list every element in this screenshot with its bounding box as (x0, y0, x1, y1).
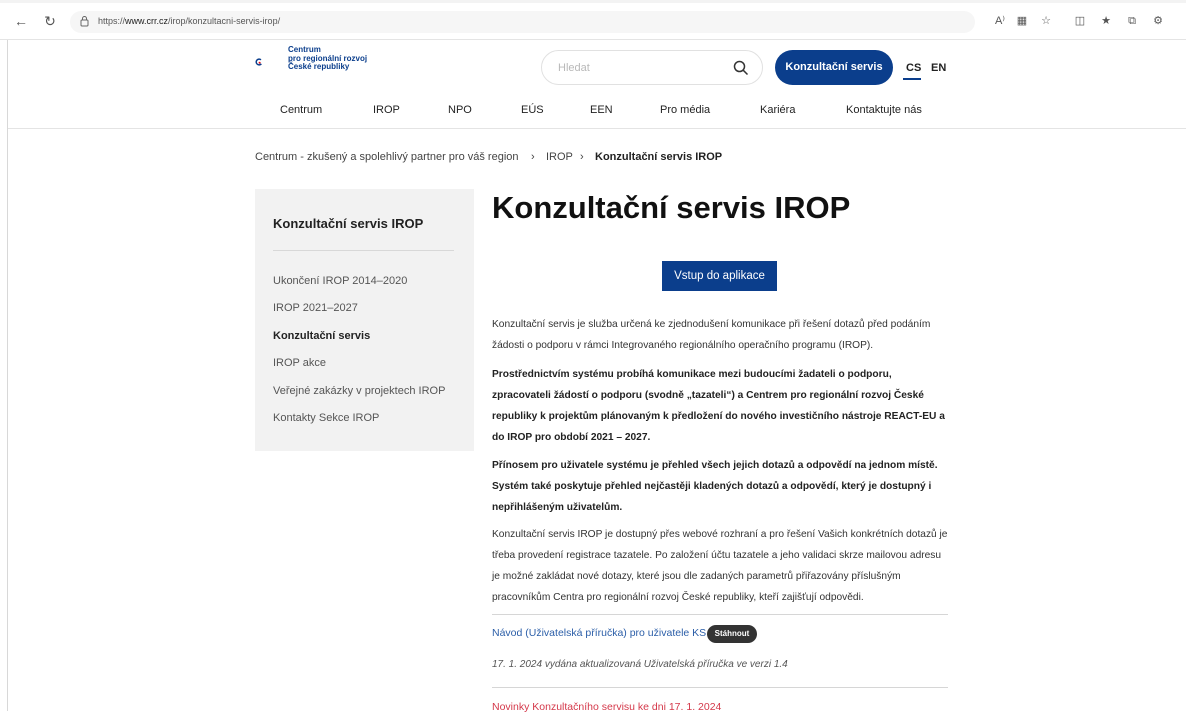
favorites-list-icon[interactable]: ★ (1098, 13, 1114, 29)
manual-link[interactable]: Návod (Uživatelská příručka) pro uživate… (492, 627, 706, 639)
sidebar-title: Konzultační servis IROP (273, 216, 424, 231)
menu-item-kariera[interactable]: Kariéra (760, 104, 795, 116)
search-placeholder: Hledat (558, 62, 590, 74)
sidebar-item-kontakty[interactable]: Kontakty Sekce IROP (273, 412, 379, 424)
logo-line-3: České republiky (288, 62, 350, 71)
lang-en-link[interactable]: EN (931, 62, 946, 74)
manual-note: 17. 1. 2024 vydána aktualizovaná Uživate… (492, 659, 788, 670)
sidebar-item-irop-akce[interactable]: IROP akce (273, 357, 326, 369)
vstup-do-aplikace-button[interactable]: Vstup do aplikace (662, 261, 777, 291)
menu-item-centrum[interactable]: Centrum (280, 104, 322, 116)
header-divider (8, 128, 1186, 129)
lock-icon (80, 16, 89, 27)
address-url: https://www.crr.cz/irop/konzultacni-serv… (98, 16, 281, 26)
benefit-paragraph: Přínosem pro uživatele systému je přehle… (492, 460, 938, 513)
split-screen-icon[interactable]: ◫ (1072, 13, 1088, 29)
breadcrumb-current: Konzultační servis IROP (595, 151, 723, 163)
breadcrumb-separator: › (531, 151, 535, 163)
konzultacni-servis-button[interactable]: Konzultační servis (775, 50, 893, 85)
back-icon[interactable]: ← (12, 12, 30, 30)
address-bar[interactable]: https://www.crr.cz/irop/konzultacni-serv… (70, 11, 975, 33)
registration-paragraph: Konzultační servis IROP je dostupný přes… (492, 529, 948, 603)
system-paragraph: Prostřednictvím systému probíhá komunika… (492, 369, 945, 443)
menu-item-npo[interactable]: NPO (448, 104, 472, 116)
breadcrumb-irop[interactable]: IROP (546, 151, 573, 163)
logo-wordmark[interactable]: Centrum pro regionální rozvoj České repu… (288, 45, 367, 72)
favorite-star-icon[interactable]: ☆ (1038, 13, 1054, 29)
lang-cs-link[interactable]: CS (906, 62, 921, 74)
menu-item-kontaktujte-nas[interactable]: Kontaktujte nás (846, 104, 922, 116)
sidebar-item-irop-2021[interactable]: IROP 2021–2027 (273, 302, 358, 314)
reload-icon[interactable]: ↻ (41, 12, 59, 30)
section-divider (492, 614, 948, 615)
search-icon[interactable] (733, 60, 749, 76)
page-frame-border (7, 40, 8, 711)
menu-item-pro-media[interactable]: Pro média (660, 104, 710, 116)
active-lang-indicator (903, 78, 921, 80)
menu-item-irop[interactable]: IROP (373, 104, 400, 116)
sidebar-item-verejne-zakazky[interactable]: Veřejné zakázky v projektech IROP (273, 385, 445, 397)
read-aloud-icon[interactable]: A⁾ (992, 13, 1008, 29)
browser-toolbar: ← ↻ https://www.crr.cz/irop/konzultacni-… (0, 0, 1186, 40)
sidebar-divider (273, 250, 454, 251)
sidebar-item-ukonceni-irop[interactable]: Ukončení IROP 2014–2020 (273, 275, 407, 287)
breadcrumb-separator: › (580, 151, 584, 163)
extensions-icon[interactable]: ⚙ (1150, 13, 1166, 29)
sidebar: Konzultační servis IROP Ukončení IROP 20… (255, 189, 474, 451)
menu-item-eus[interactable]: EÚS (521, 104, 544, 116)
search-input[interactable]: Hledat (541, 50, 763, 85)
immersive-reader-icon[interactable]: ▦ (1014, 13, 1030, 29)
breadcrumb-home[interactable]: Centrum - zkušený a spolehlivý partner p… (255, 151, 519, 163)
page-title: Konzultační servis IROP (492, 190, 851, 225)
section-divider (492, 687, 948, 688)
news-link[interactable]: Novinky Konzultačního servisu ke dni 17.… (492, 701, 721, 713)
intro-paragraph: Konzultační servis je služba určená ke z… (492, 319, 931, 351)
crr-logo[interactable] (255, 45, 289, 79)
sidebar-item-konzultacni-servis[interactable]: Konzultační servis (273, 330, 370, 342)
collections-icon[interactable]: ⧉ (1124, 13, 1140, 29)
download-badge[interactable]: Stáhnout (707, 625, 757, 643)
tab-strip-edge (0, 0, 1186, 3)
menu-item-een[interactable]: EEN (590, 104, 613, 116)
